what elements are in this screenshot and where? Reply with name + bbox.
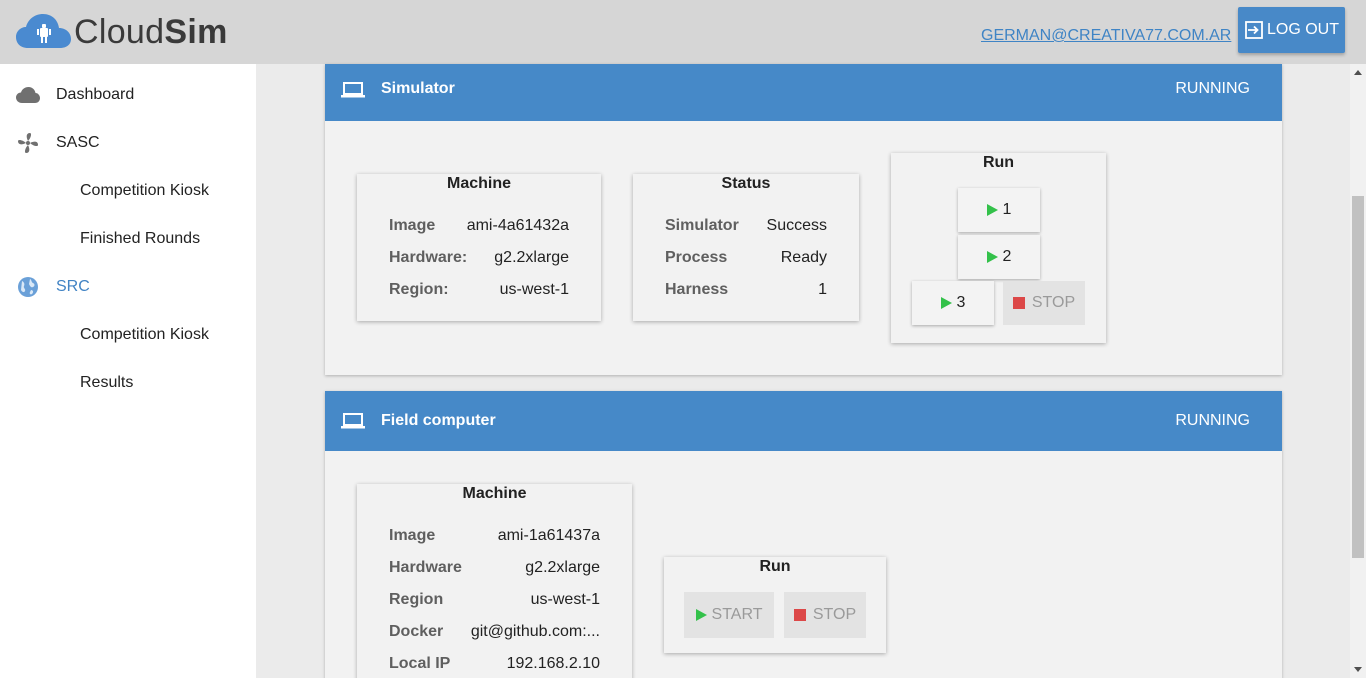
- fan-icon: [16, 131, 40, 155]
- button-label: START: [711, 606, 763, 623]
- info-value: us-west-1: [499, 281, 569, 298]
- stop-button[interactable]: STOP: [1003, 281, 1085, 325]
- button-label: 3: [956, 294, 966, 311]
- run-3-button[interactable]: 3: [912, 281, 994, 325]
- info-value: g2.2xlarge: [494, 249, 569, 266]
- sidebar-item-results[interactable]: Results: [0, 359, 256, 407]
- sidebar-item-label: Competition Kiosk: [80, 182, 209, 199]
- info-value: Ready: [780, 249, 827, 266]
- sidebar-item-label: Competition Kiosk: [80, 326, 209, 343]
- play-icon: [695, 609, 707, 621]
- info-value: 192.168.2.10: [506, 655, 600, 672]
- info-value: git@github.com:...: [470, 623, 600, 640]
- stop-icon: [793, 609, 806, 621]
- sidebar-item-src-competition-kiosk[interactable]: Competition Kiosk: [0, 311, 256, 359]
- info-label: Hardware: [389, 559, 462, 576]
- play-icon: [986, 204, 998, 216]
- cloud-icon: [16, 83, 40, 107]
- simulator-card: Simulator RUNNING Machine Image ami-4a61…: [325, 64, 1282, 375]
- sidebar-item-label: Finished Rounds: [80, 230, 201, 247]
- info-label: Local IP: [389, 655, 451, 672]
- panel-title: Status: [721, 175, 771, 192]
- run-2-button[interactable]: 2: [958, 235, 1040, 279]
- panel-title: Run: [982, 154, 1015, 171]
- logout-label: LOG OUT: [1266, 21, 1339, 38]
- laptop-icon: [341, 412, 365, 435]
- card-title: Field computer: [381, 412, 496, 429]
- run-1-button[interactable]: 1: [958, 188, 1040, 232]
- button-label: 2: [1002, 248, 1012, 265]
- panel-title: Run: [759, 558, 791, 575]
- field-computer-card-header: Field computer RUNNING: [325, 391, 1282, 451]
- panel-title: Machine: [462, 485, 527, 502]
- scroll-up-arrow-icon[interactable]: [1354, 70, 1362, 75]
- button-label: 1: [1002, 201, 1012, 218]
- logout-icon: [1245, 21, 1263, 39]
- sidebar-item-sasc-competition-kiosk[interactable]: Competition Kiosk: [0, 167, 256, 215]
- stop-button[interactable]: STOP: [784, 592, 866, 638]
- status-panel: Status Simulator Success Process Ready H…: [633, 174, 859, 321]
- sidebar-item-label: Results: [80, 374, 134, 391]
- info-label: Process: [665, 249, 728, 266]
- sidebar-item-label: SRC: [56, 278, 90, 295]
- scroll-down-arrow-icon[interactable]: [1354, 667, 1362, 672]
- card-title: Simulator: [381, 80, 455, 97]
- info-value: ami-4a61432a: [466, 217, 569, 234]
- globe-icon: [16, 275, 40, 299]
- user-email-link[interactable]: GERMAN@CREATIVA77.COM.AR: [981, 27, 1231, 45]
- info-value: ami-1a61437a: [497, 527, 600, 544]
- sidebar-item-label: Dashboard: [56, 86, 135, 103]
- laptop-icon: [341, 81, 365, 104]
- scrollbar-thumb[interactable]: [1352, 196, 1364, 558]
- panel-title: Machine: [446, 175, 511, 192]
- info-label: Hardware:: [389, 249, 468, 266]
- button-label: STOP: [812, 606, 857, 623]
- info-value: g2.2xlarge: [525, 559, 600, 576]
- field-computer-card: Field computer RUNNING Machine Image ami…: [325, 391, 1282, 678]
- sidebar-item-src[interactable]: SRC: [0, 263, 256, 311]
- cloud-robot-icon: [16, 14, 71, 48]
- top-bar: CloudSim GERMAN@CREATIVA77.COM.AR LOG OU…: [0, 0, 1366, 64]
- play-icon: [986, 251, 998, 263]
- sidebar: Dashboard SASC Competition Kiosk Finishe…: [0, 64, 256, 678]
- info-label: Region:: [389, 281, 449, 298]
- simulator-card-header: Simulator RUNNING: [325, 64, 1282, 121]
- status-badge: RUNNING: [1175, 80, 1250, 97]
- sidebar-item-dashboard[interactable]: Dashboard: [0, 71, 256, 119]
- info-label: Region: [389, 591, 444, 608]
- cloudsim-logo[interactable]: CloudSim: [16, 12, 228, 52]
- machine-panel: Machine Image ami-1a61437a Hardware g2.2…: [357, 484, 632, 678]
- machine-panel: Machine Image ami-4a61432a Hardware: g2.…: [357, 174, 601, 321]
- run-panel: Run 1 2 3 STOP: [891, 153, 1106, 343]
- field-run-panel: Run START STOP: [664, 557, 886, 653]
- info-label: Image: [389, 527, 436, 544]
- info-value: 1: [818, 281, 827, 298]
- logo-text: CloudSim: [74, 12, 228, 51]
- info-label: Docker: [389, 623, 444, 640]
- info-label: Simulator: [665, 217, 739, 234]
- start-button[interactable]: START: [684, 592, 774, 638]
- stop-icon: [1012, 297, 1025, 309]
- button-label: STOP: [1031, 294, 1076, 311]
- main-scrollbar[interactable]: [1350, 64, 1366, 678]
- info-label: Harness: [665, 281, 729, 298]
- sidebar-item-finished-rounds[interactable]: Finished Rounds: [0, 215, 256, 263]
- info-value: Success: [766, 217, 827, 234]
- sidebar-item-sasc[interactable]: SASC: [0, 119, 256, 167]
- info-label: Image: [389, 217, 436, 234]
- status-badge: RUNNING: [1175, 412, 1250, 429]
- play-icon: [940, 297, 952, 309]
- sidebar-item-label: SASC: [56, 134, 100, 151]
- logout-button[interactable]: LOG OUT: [1238, 7, 1345, 53]
- info-value: us-west-1: [530, 591, 600, 608]
